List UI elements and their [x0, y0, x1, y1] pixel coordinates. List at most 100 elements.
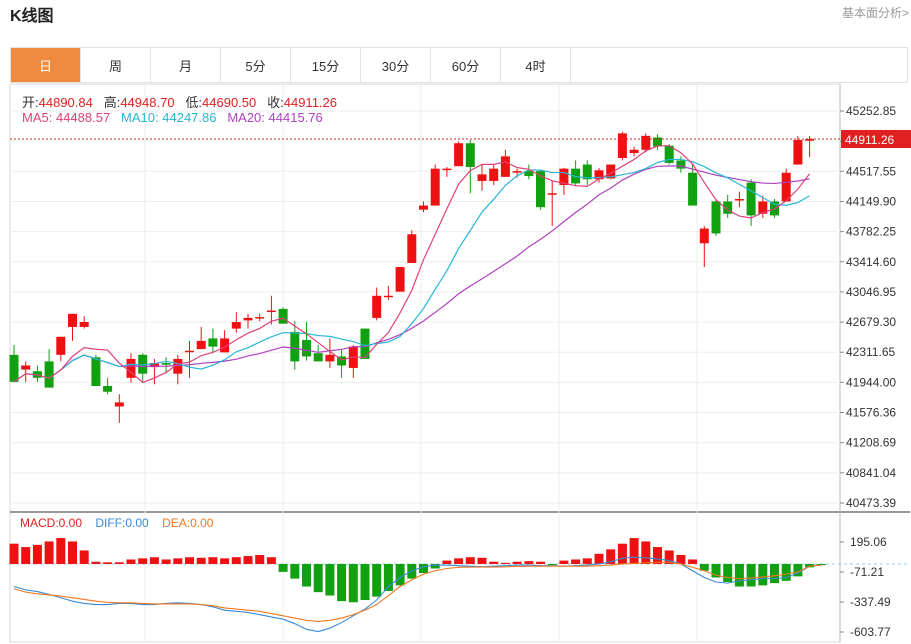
candle-up: [454, 143, 464, 167]
candle-up: [56, 336, 66, 355]
price-tick-label: 42311.65: [846, 345, 895, 359]
macd-bar-down: [360, 563, 370, 601]
macd-bar-up: [220, 558, 230, 564]
candle-up: [430, 168, 440, 206]
price-tick-label: 41944.00: [846, 375, 896, 389]
macd-bar-down: [734, 563, 744, 587]
candle-up: [243, 317, 253, 321]
macd-bar-up: [114, 562, 124, 564]
candle-up: [512, 171, 522, 173]
open-label: 开:: [22, 95, 39, 110]
macd-bar-up: [266, 557, 276, 564]
macd-bar-down: [313, 563, 323, 593]
candle-down: [711, 201, 721, 234]
ma-readout: MA5: 44488.57 MA10: 44247.86 MA20: 44415…: [22, 110, 323, 125]
macd-bar-up: [454, 558, 464, 564]
candle-up: [231, 322, 241, 329]
macd-bar-up: [465, 557, 475, 564]
candle-down: [290, 331, 300, 362]
candle-up: [477, 174, 487, 181]
macd-bar-up: [56, 538, 66, 564]
macd-bar-down: [770, 563, 779, 584]
high-label: 高:: [103, 95, 121, 110]
macd-bar-up: [91, 561, 101, 564]
candle-down: [161, 363, 171, 365]
macd-bar-up: [489, 561, 499, 564]
ma10-label: MA10:: [121, 110, 159, 125]
macd-bar-up: [103, 562, 113, 564]
candle-down: [208, 338, 218, 347]
macd-tick-label: 195.06: [850, 535, 887, 549]
macd-label: MACD:: [20, 516, 59, 530]
candle-up: [79, 322, 89, 327]
macd-bar-up: [571, 559, 581, 564]
candle-down: [278, 308, 288, 324]
macd-bar-up: [512, 561, 522, 564]
candle-up: [407, 234, 417, 263]
price-tick-label: 43414.60: [846, 255, 896, 269]
price-tick-label: 43782.25: [846, 225, 896, 239]
macd-bar-up: [208, 557, 218, 564]
macd-bar-up: [255, 554, 265, 564]
macd-bar-up: [524, 561, 534, 564]
macd-bar-up: [243, 556, 253, 564]
dea-line: [13, 561, 822, 622]
ma5-value: 44488.57: [55, 110, 111, 125]
macd-bar-down: [302, 563, 311, 587]
candle-up: [699, 228, 709, 244]
candle-down: [302, 340, 311, 357]
candle-down: [9, 354, 19, 382]
macd-bar-up: [68, 541, 77, 564]
macd-bar-up: [149, 557, 159, 564]
candle-up: [489, 168, 499, 181]
macd-bar-up: [617, 543, 627, 564]
ma20-label: MA20:: [227, 110, 265, 125]
price-tick-label: 45252.85: [846, 104, 896, 118]
macd-bar-down: [278, 563, 288, 572]
macd-value: 0.00: [58, 516, 83, 530]
candle-up: [114, 402, 124, 407]
macd-readout: MACD:0.00 DIFF:0.00 DEA:0.00: [20, 516, 213, 530]
candle-up: [185, 350, 194, 353]
price-tick-label: 41576.36: [846, 406, 896, 420]
macd-bar-down: [348, 563, 358, 603]
macd-bar-up: [231, 557, 241, 564]
candle-up: [196, 340, 206, 350]
candle-up: [629, 149, 639, 154]
macd-bar-up: [32, 544, 42, 564]
candle-up: [419, 205, 428, 210]
dea-value: 0.00: [190, 516, 214, 530]
price-tick-label: 42679.30: [846, 315, 896, 329]
macd-tick-label: -337.49: [850, 595, 891, 609]
candle-up: [255, 317, 265, 319]
macd-tick-label: -71.21: [850, 565, 884, 579]
macd-bar-down: [325, 563, 335, 596]
price-tick-label: 44517.55: [846, 164, 896, 178]
macd-bar-up: [641, 541, 651, 564]
close-value: 44911.26: [283, 95, 337, 110]
ohlc-readout: 开:44890.84 高:44948.70 低:44690.50 收:44911…: [22, 92, 337, 111]
candle-down: [688, 172, 698, 206]
candle-up: [500, 156, 510, 177]
macd-bar-up: [126, 559, 136, 564]
macd-bar-down: [746, 563, 756, 587]
macd-bar-up: [688, 559, 698, 564]
macd-bar-down: [290, 563, 300, 579]
candle-down: [746, 182, 756, 216]
low-value: 44690.50: [202, 95, 257, 110]
candle-down: [465, 143, 475, 168]
price-tick-label: 44149.90: [846, 194, 896, 208]
candle-up: [21, 365, 31, 370]
macd-bar-up: [582, 558, 592, 564]
macd-bar-up: [629, 538, 639, 564]
candle-up: [547, 193, 557, 195]
candle-up: [395, 267, 405, 292]
macd-bar-up: [161, 559, 171, 564]
macd-bar-up: [196, 557, 206, 564]
last-price-label: 44911.26: [845, 133, 894, 147]
macd-bar-up: [79, 550, 89, 564]
macd-bar-down: [419, 563, 428, 573]
macd-bar-up: [536, 561, 545, 564]
price-tick-label: 40841.04: [846, 466, 896, 480]
macd-bar-down: [372, 563, 382, 597]
